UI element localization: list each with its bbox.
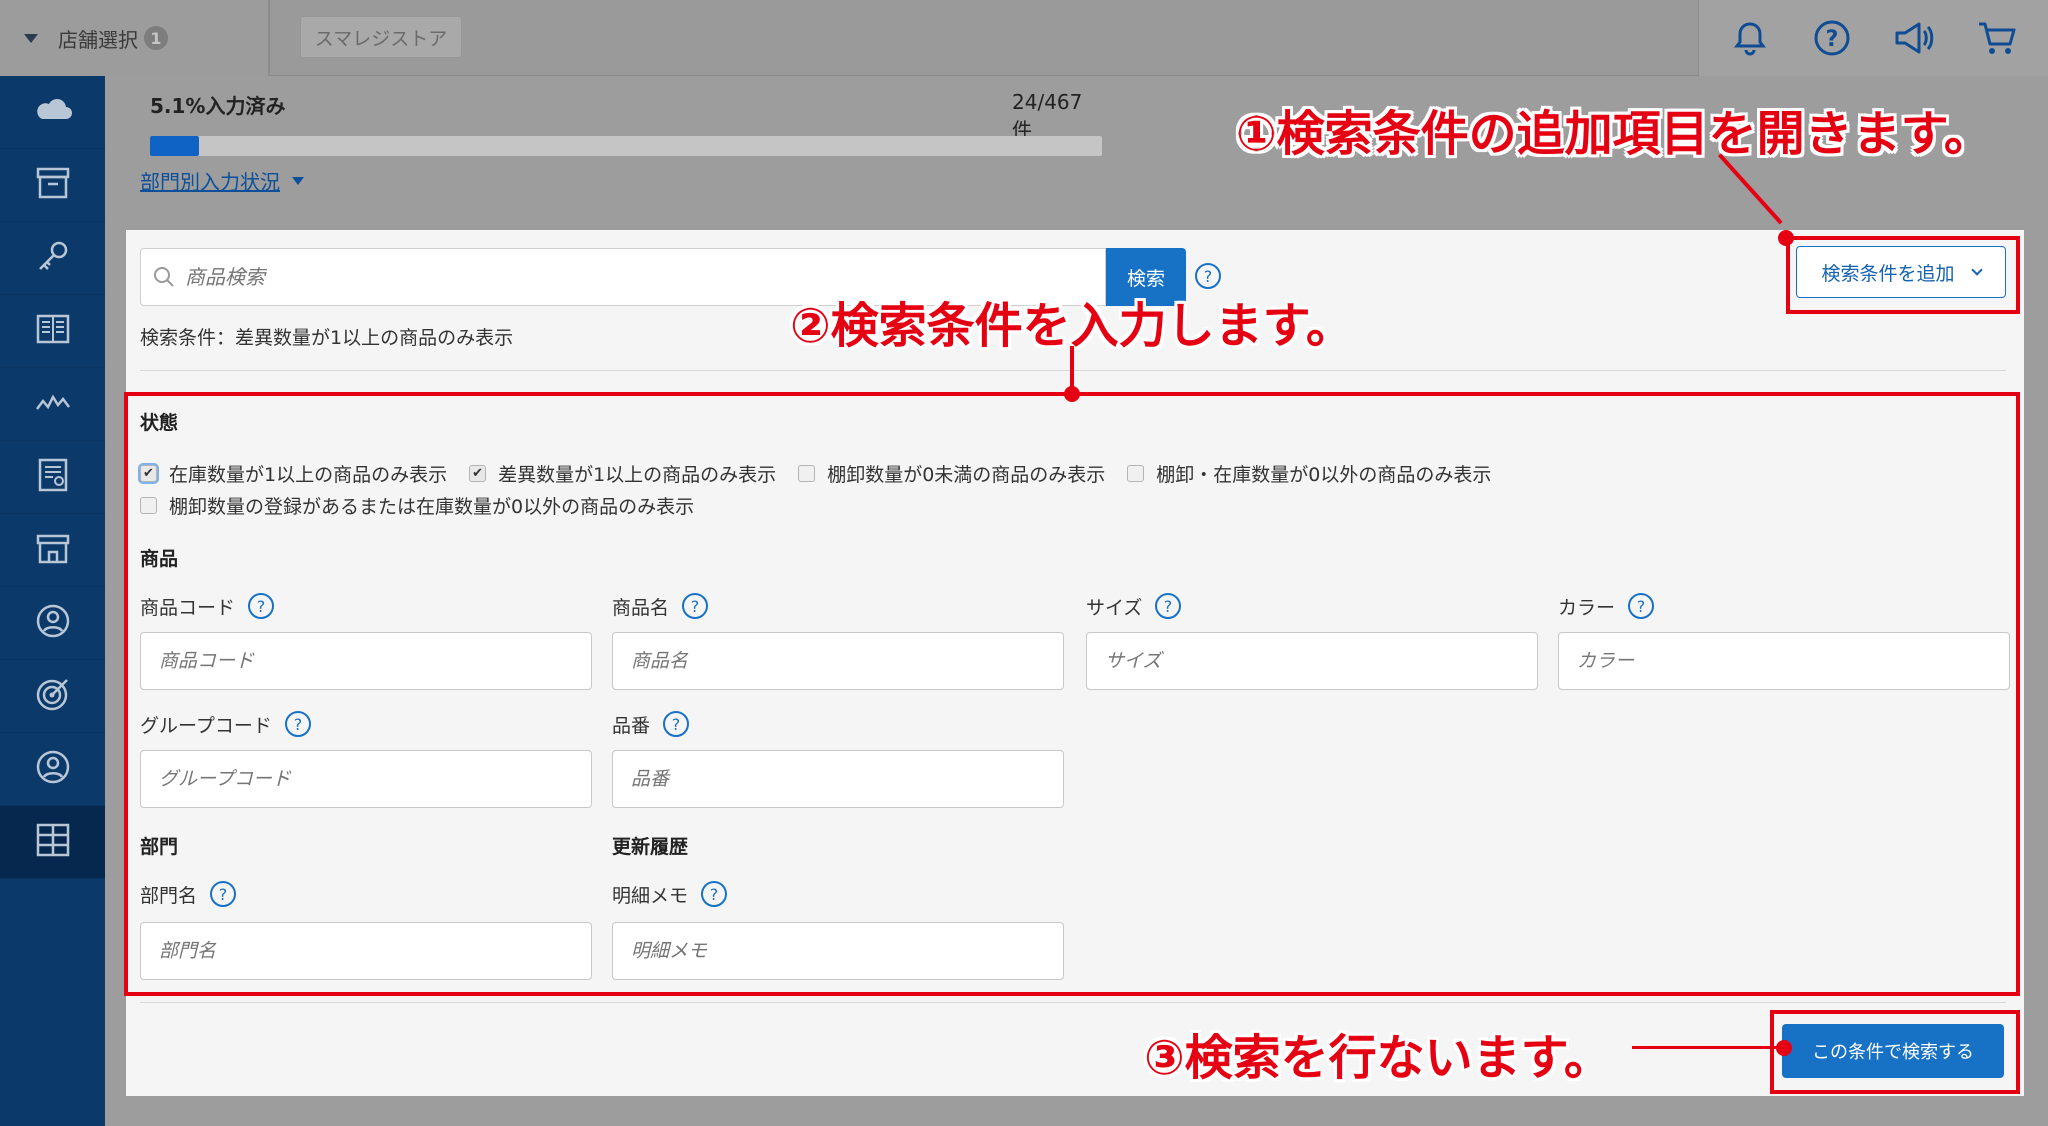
- sidebar-item-cloud[interactable]: [0, 76, 105, 149]
- top-bar: 店舗選択 1 スマレジストア ?: [0, 0, 2048, 76]
- store-icon: [35, 531, 71, 569]
- key-icon: [35, 239, 71, 277]
- annotation-connector: [1070, 346, 1074, 388]
- store-name-chip[interactable]: スマレジストア: [300, 16, 462, 58]
- ledger-icon: [35, 312, 71, 350]
- report-icon: [35, 457, 71, 497]
- annotation-box-step1: [1786, 236, 2020, 314]
- current-condition-text: 検索条件：差異数量が1以上の商品のみ表示: [140, 327, 514, 349]
- sidebar-item-grid[interactable]: [0, 806, 105, 879]
- progress-bar-fill: [150, 136, 199, 156]
- annotation-connector: [1632, 1046, 1782, 1049]
- sidebar-item-ledger[interactable]: [0, 295, 105, 368]
- progress-bar: [150, 136, 1102, 156]
- store-select-label: 店舗選択: [58, 27, 138, 52]
- cloud-icon: [34, 95, 72, 129]
- dept-status-link[interactable]: 部門別入力状況: [140, 166, 304, 195]
- bell-icon[interactable]: [1726, 14, 1774, 62]
- store-count-badge: 1: [144, 26, 168, 50]
- grid-icon: [35, 822, 71, 862]
- search-icon: [154, 267, 174, 287]
- sidebar-item-chart[interactable]: [0, 368, 105, 441]
- annotation-step1: ①検索条件の追加項目を開きます。: [1236, 106, 1992, 162]
- sidebar-item-report[interactable]: [0, 441, 105, 514]
- customer-icon: [35, 603, 71, 643]
- sidebar-item-archive[interactable]: [0, 149, 105, 222]
- annotation-box-step2: [124, 392, 2020, 996]
- chart-icon: [34, 387, 72, 421]
- sidebar: [0, 76, 105, 1126]
- sidebar-item-store[interactable]: [0, 514, 105, 587]
- caret-down-icon: [292, 176, 304, 185]
- divider: [140, 1002, 2006, 1003]
- top-icon-group: ?: [1698, 0, 2048, 76]
- sidebar-item-customer[interactable]: [0, 587, 105, 660]
- annotation-box-step3: [1770, 1010, 2020, 1094]
- dept-status-label: 部門別入力状況: [140, 170, 280, 194]
- store-select-dropdown[interactable]: 店舗選択 1: [0, 0, 270, 76]
- sidebar-item-user[interactable]: [0, 733, 105, 806]
- target-icon: [35, 676, 71, 716]
- svg-text:?: ?: [1204, 267, 1213, 286]
- progress-percent-text: 5.1%入力済み: [150, 94, 286, 118]
- cart-icon[interactable]: [1973, 14, 2021, 62]
- sidebar-item-target[interactable]: [0, 660, 105, 733]
- sidebar-item-key[interactable]: [0, 222, 105, 295]
- annotation-step3: ③検索を行ないます。: [1144, 1030, 1612, 1086]
- user-icon: [35, 749, 71, 789]
- help-icon[interactable]: ?: [1808, 14, 1856, 62]
- megaphone-icon[interactable]: [1891, 14, 1939, 62]
- caret-down-icon: [24, 33, 38, 43]
- archive-icon: [35, 166, 71, 204]
- svg-text:?: ?: [1826, 27, 1839, 52]
